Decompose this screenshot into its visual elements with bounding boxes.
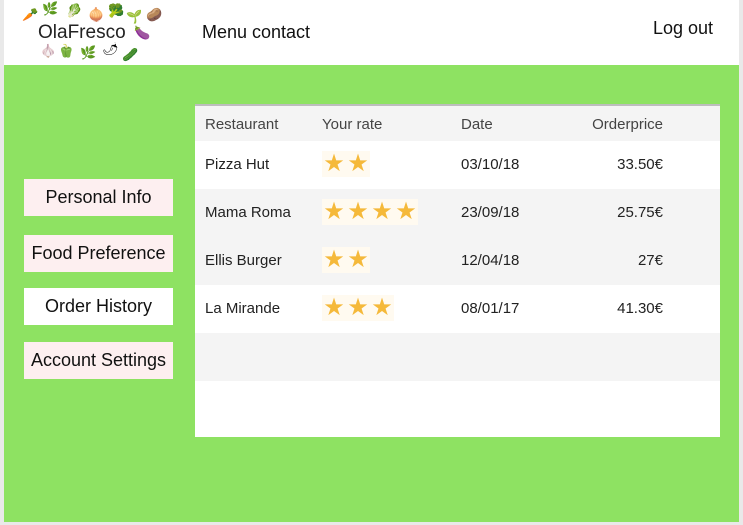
logout-link[interactable]: Log out <box>653 18 713 39</box>
star-icon: ★ <box>346 246 370 273</box>
logo-text: OlaFresco <box>36 22 128 44</box>
menu-contact-link[interactable]: Menu contact <box>202 22 310 43</box>
order-date: 08/01/17 <box>461 300 520 317</box>
rating-stars: ★ ★ <box>322 247 370 273</box>
star-icon: ★ <box>394 198 418 225</box>
logo[interactable]: 🥕 🌿 🥬 🧅 🥦 🌱 🥔 🍆 🧄 🫑 🌿 🌶 🥒 OlaFresco <box>22 2 174 64</box>
star-icon: ★ <box>370 198 394 225</box>
column-header-restaurant: Restaurant <box>205 116 279 133</box>
star-icon: ★ <box>322 294 346 321</box>
order-price: 33.50€ <box>617 156 663 173</box>
turnip-icon: 🧅 <box>88 7 105 22</box>
sidebar-item-account-settings[interactable]: Account Settings <box>24 342 173 379</box>
sidebar-item-personal-info[interactable]: Personal Info <box>24 179 173 216</box>
order-price: 41.30€ <box>617 300 663 317</box>
table-row[interactable]: Mama Roma ★ ★ ★ ★ 23/09/18 25.75€ <box>195 189 720 237</box>
herb-icon: 🌿 <box>42 1 59 16</box>
table-row[interactable]: Ellis Burger ★ ★ 12/04/18 27€ <box>195 237 720 285</box>
order-price: 27€ <box>637 252 663 269</box>
order-history-table: Restaurant Your rate Date Orderprice Piz… <box>195 104 720 437</box>
pepper-icon: 🫑 <box>58 43 75 58</box>
leek-icon: 🌿 <box>80 45 97 60</box>
empty-table-row <box>195 381 720 429</box>
sidebar-item-order-history[interactable]: Order History <box>24 288 173 325</box>
star-icon: ★ <box>346 150 370 177</box>
restaurant-name: Mama Roma <box>205 204 291 221</box>
star-icon: ★ <box>346 294 370 321</box>
rating-stars: ★ ★ ★ ★ <box>322 199 418 225</box>
broccoli-icon: 🥦 <box>108 3 125 18</box>
carrot-icon: 🥕 <box>22 7 39 22</box>
star-icon: ★ <box>322 198 346 225</box>
star-icon: ★ <box>370 294 394 321</box>
table-header: Restaurant Your rate Date Orderprice <box>195 106 720 142</box>
order-date: 23/09/18 <box>461 204 520 221</box>
star-icon: ★ <box>346 198 370 225</box>
cucumber-icon: 🥒 <box>122 47 139 62</box>
column-header-date: Date <box>461 116 493 133</box>
restaurant-name: La Mirande <box>205 300 281 317</box>
window-frame-right <box>739 0 743 525</box>
order-date: 12/04/18 <box>461 252 520 269</box>
column-header-your-rate: Your rate <box>322 116 383 133</box>
restaurant-name: Ellis Burger <box>205 252 282 269</box>
potato-icon: 🥔 <box>146 7 163 22</box>
table-row[interactable]: La Mirande ★ ★ ★ 08/01/17 41.30€ <box>195 285 720 333</box>
empty-table-row <box>195 333 720 381</box>
star-icon: ★ <box>322 150 346 177</box>
order-date: 03/10/18 <box>461 156 520 173</box>
rating-stars: ★ ★ ★ <box>322 295 394 321</box>
eggplant-icon: 🍆 <box>134 25 151 40</box>
sidebar-item-food-preference[interactable]: Food Preference <box>24 235 173 272</box>
garlic-icon: 🧄 <box>40 43 57 58</box>
main-content: Personal Info Food Preference Order Hist… <box>4 65 739 523</box>
lettuce-icon: 🥬 <box>66 3 83 18</box>
rating-stars: ★ ★ <box>322 151 370 177</box>
column-header-orderprice: Orderprice <box>592 116 663 133</box>
table-row[interactable]: Pizza Hut ★ ★ 03/10/18 33.50€ <box>195 141 720 189</box>
order-price: 25.75€ <box>617 204 663 221</box>
header: 🥕 🌿 🥬 🧅 🥦 🌱 🥔 🍆 🧄 🫑 🌿 🌶 🥒 OlaFresco Menu… <box>4 0 739 65</box>
leaf-icon: 🌱 <box>126 9 143 24</box>
restaurant-name: Pizza Hut <box>205 156 270 173</box>
star-icon: ★ <box>322 246 346 273</box>
